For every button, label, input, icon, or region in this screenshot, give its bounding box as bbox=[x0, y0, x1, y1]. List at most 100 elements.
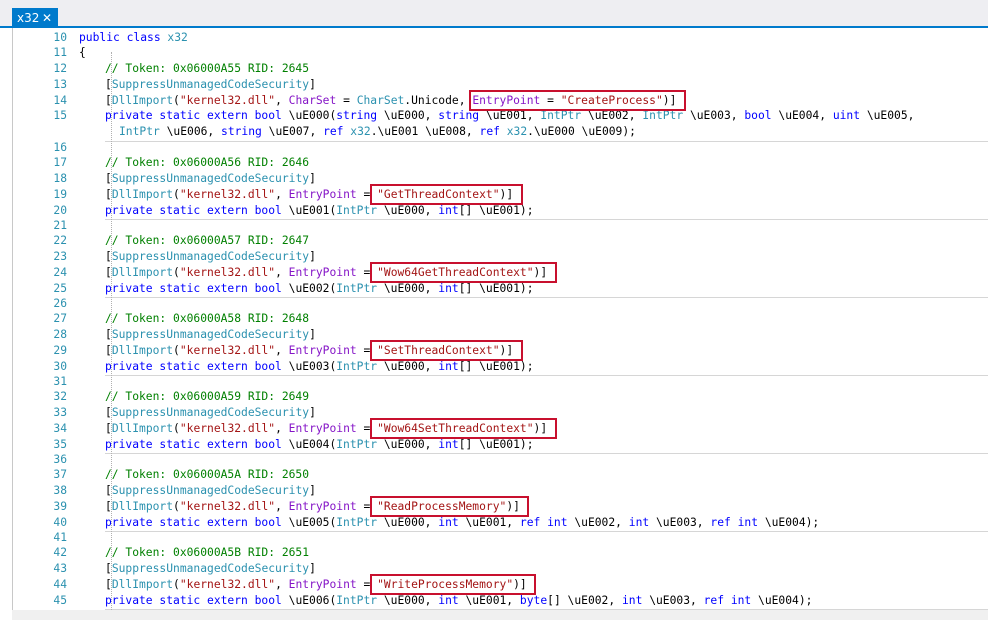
code-token: SuppressUnmanagedCodeSecurity bbox=[111, 328, 310, 341]
code-text: public class x32 bbox=[79, 30, 188, 46]
code-token: // Token: 0x06000A58 RID: 2648 bbox=[105, 312, 310, 325]
code-text: // Token: 0x06000A58 RID: 2648 bbox=[105, 311, 309, 327]
code-token: \uE000, bbox=[377, 204, 439, 217]
line-number: 39 bbox=[53, 500, 67, 513]
code-token: \uE004( bbox=[288, 438, 337, 451]
tab-x32[interactable]: x32 ✕ bbox=[12, 8, 58, 28]
code-text: [SuppressUnmanagedCodeSecurity] bbox=[105, 249, 316, 265]
highlight-box bbox=[370, 340, 523, 361]
close-icon[interactable]: ✕ bbox=[42, 8, 52, 28]
line-number: 20 bbox=[53, 204, 67, 217]
highlight-box bbox=[370, 418, 557, 439]
highlight-box bbox=[370, 262, 557, 283]
code-token: \uE004, bbox=[778, 109, 833, 122]
code-token: int bbox=[438, 360, 459, 373]
line-number: 13 bbox=[53, 78, 67, 91]
line-number: 11 bbox=[53, 46, 67, 59]
code-token: ] bbox=[309, 250, 316, 263]
code-token: SuppressUnmanagedCodeSecurity bbox=[111, 406, 310, 419]
code-token: EntryPoint bbox=[288, 266, 357, 279]
code-text: private static extern bool \uE003(IntPtr… bbox=[105, 359, 534, 375]
code-token: [] \uE001); bbox=[458, 438, 534, 451]
line-number: 40 bbox=[53, 516, 67, 529]
indent-guide bbox=[111, 52, 112, 620]
code-token: \uE004); bbox=[764, 516, 820, 529]
code-text: // Token: 0x06000A56 RID: 2646 bbox=[105, 155, 309, 171]
line-number: 12 bbox=[53, 62, 67, 75]
code-token: private static extern bool bbox=[105, 204, 289, 217]
code-token: "kernel32.dll" bbox=[179, 344, 276, 357]
code-text: // Token: 0x06000A5B RID: 2651 bbox=[105, 545, 309, 561]
tab-bar: x32 ✕ bbox=[0, 0, 988, 28]
code-line: 16 bbox=[13, 140, 988, 156]
line-number: 43 bbox=[53, 562, 67, 575]
code-token: .\uE001 \uE008, bbox=[370, 125, 480, 138]
method-separator bbox=[105, 141, 988, 142]
code-token: ( bbox=[173, 344, 180, 357]
code-line: 45 private static extern bool \uE006(IntP… bbox=[13, 593, 988, 609]
code-token: \uE000, bbox=[377, 360, 439, 373]
line-number: 16 bbox=[53, 141, 67, 154]
code-token: { bbox=[79, 46, 86, 59]
line-number: 37 bbox=[53, 468, 67, 481]
code-token: ( bbox=[173, 500, 180, 513]
code-token: [] \uE002, bbox=[547, 594, 622, 607]
code-token: ref int bbox=[519, 516, 575, 529]
code-line: 37 // Token: 0x06000A5A RID: 2650 bbox=[13, 467, 988, 483]
code-token: \uE006( bbox=[288, 594, 337, 607]
code-token: "kernel32.dll" bbox=[179, 422, 276, 435]
line-number: 14 bbox=[53, 94, 67, 107]
code-token: ( bbox=[173, 266, 180, 279]
code-token: ] bbox=[309, 78, 316, 91]
code-token: private static extern bool bbox=[105, 516, 289, 529]
code-line: 27 // Token: 0x06000A58 RID: 2648 bbox=[13, 311, 988, 327]
code-token: // Token: 0x06000A5B RID: 2651 bbox=[105, 546, 310, 559]
code-token: "kernel32.dll" bbox=[179, 500, 276, 513]
code-token: int bbox=[438, 594, 466, 607]
line-number: 25 bbox=[53, 282, 67, 295]
code-token: IntPtr bbox=[336, 594, 378, 607]
code-line: 22 // Token: 0x06000A57 RID: 2647 bbox=[13, 233, 988, 249]
code-token: EntryPoint bbox=[288, 344, 357, 357]
code-line: 36 bbox=[13, 452, 988, 468]
code-token: ref int bbox=[703, 594, 759, 607]
code-token: string bbox=[221, 125, 269, 138]
code-token: "kernel32.dll" bbox=[179, 578, 276, 591]
line-number: 24 bbox=[53, 266, 67, 279]
code-token: .Unicode, bbox=[404, 94, 473, 107]
code-text: private static extern bool \uE004(IntPtr… bbox=[105, 437, 534, 453]
code-token: DllImport bbox=[111, 344, 174, 357]
code-token: // Token: 0x06000A59 RID: 2649 bbox=[105, 390, 310, 403]
line-number: 45 bbox=[53, 594, 67, 607]
line-number: 26 bbox=[53, 297, 67, 310]
code-token: // Token: 0x06000A55 RID: 2645 bbox=[105, 62, 310, 75]
code-token: \uE003, bbox=[649, 594, 704, 607]
code-line: 30 private static extern bool \uE003(IntP… bbox=[13, 359, 988, 375]
line-number: 30 bbox=[53, 360, 67, 373]
code-token: int bbox=[438, 438, 459, 451]
code-token: EntryPoint bbox=[288, 422, 357, 435]
code-token: private static extern bool bbox=[105, 360, 289, 373]
code-token: \uE001, bbox=[465, 594, 520, 607]
code-editor[interactable]: 10 public class x32 11 {12 // Token: 0x06000… bbox=[12, 28, 988, 620]
highlight-box bbox=[370, 496, 530, 517]
tab-label: x32 bbox=[17, 11, 40, 25]
code-token: SuppressUnmanagedCodeSecurity bbox=[111, 250, 310, 263]
code-token: = bbox=[336, 94, 357, 107]
code-token: \uE003( bbox=[288, 360, 337, 373]
code-token: ref bbox=[479, 125, 507, 138]
code-token: int bbox=[628, 516, 656, 529]
line-number: 28 bbox=[53, 328, 67, 341]
code-text: // Token: 0x06000A55 RID: 2645 bbox=[105, 61, 309, 77]
code-token: "kernel32.dll" bbox=[179, 266, 276, 279]
line-number: 32 bbox=[53, 390, 67, 403]
code-line: 35 private static extern bool \uE004(IntP… bbox=[13, 437, 988, 453]
code-text: [SuppressUnmanagedCodeSecurity] bbox=[105, 327, 316, 343]
code-token: \uE002, bbox=[574, 516, 629, 529]
code-text: [SuppressUnmanagedCodeSecurity] bbox=[105, 171, 316, 187]
horizontal-scrollbar[interactable] bbox=[12, 610, 988, 620]
code-token: "kernel32.dll" bbox=[179, 94, 276, 107]
line-number: 38 bbox=[53, 484, 67, 497]
line-number: 15 bbox=[53, 109, 67, 122]
code-text: { bbox=[79, 45, 86, 61]
